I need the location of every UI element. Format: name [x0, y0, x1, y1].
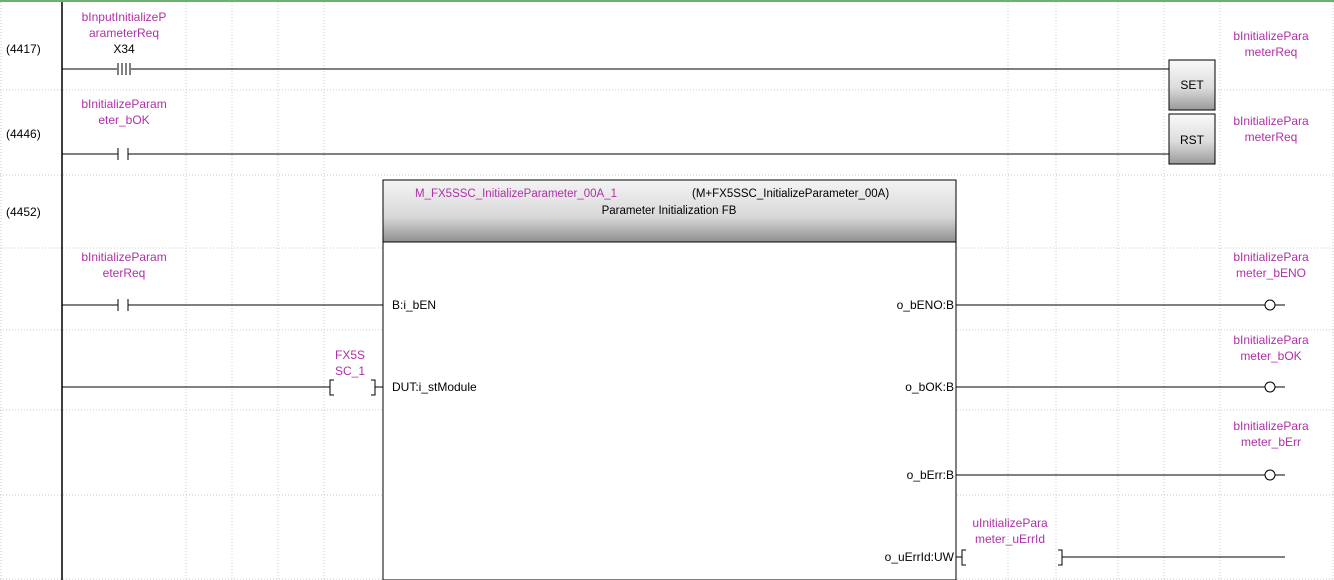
- fb-type-name: (M+FX5SSC_InitializeParameter_00A): [692, 188, 889, 200]
- dut-variable-label: FX5S: [335, 348, 365, 362]
- coil-variable-label: meterReq: [1245, 45, 1298, 59]
- fb-input-pin-en: B:i_bEN: [392, 298, 436, 312]
- fb-output-pin-errid: o_uErrId:UW: [885, 550, 955, 564]
- coil-variable-label: bInitializePara: [1233, 114, 1309, 128]
- coil-variable-label: meter_bErr: [1241, 435, 1301, 449]
- coil-variable-label: bInitializePara: [1233, 250, 1309, 264]
- ladder-diagram: (4417) bInputInitializeP arameterReq X34…: [0, 0, 1334, 580]
- rst-instruction-label: RST: [1180, 133, 1205, 147]
- normally-open-contact[interactable]: [117, 148, 129, 160]
- fb-output-pin-ok: o_bOK:B: [905, 380, 954, 394]
- output-coil[interactable]: [1264, 299, 1276, 311]
- errid-variable-label: meter_uErrId: [975, 532, 1045, 546]
- set-instruction-label: SET: [1180, 78, 1204, 92]
- step-number: (4452): [6, 205, 41, 219]
- coil-variable-label: bInitializePara: [1233, 29, 1309, 43]
- errid-operand-bracket[interactable]: [956, 549, 1285, 566]
- fb-output-pin-err: o_bErr:B: [907, 468, 954, 482]
- rung-4446[interactable]: (4446) bInitializeParam eter_bOK RST bIn…: [6, 97, 1309, 165]
- coil-variable-label: bInitializePara: [1233, 419, 1309, 433]
- contact-variable-label: bInitializeParam: [81, 97, 166, 111]
- fb-output-pin-eno: o_bENO:B: [897, 298, 954, 312]
- coil-variable-label: bInitializePara: [1233, 333, 1309, 347]
- normally-open-contact[interactable]: [117, 299, 129, 311]
- contact-device-label: X34: [113, 42, 135, 56]
- coil-variable-label: meterReq: [1245, 130, 1298, 144]
- fb-instance-name: M_FX5SSC_InitializeParameter_00A_1: [415, 188, 617, 200]
- errid-variable-label: uInitializePara: [972, 516, 1048, 530]
- rising-edge-contact[interactable]: [117, 63, 131, 75]
- coil-variable-label: meter_bENO: [1236, 266, 1306, 280]
- contact-variable-label: eter_bOK: [98, 113, 149, 127]
- contact-variable-label: eterReq: [103, 266, 146, 280]
- coil-variable-label: meter_bOK: [1240, 349, 1301, 363]
- contact-variable-label: arameterReq: [89, 26, 159, 40]
- rung-4452[interactable]: (4452) M_FX5SSC_InitializeParameter_00A_…: [6, 179, 1309, 580]
- dut-operand-bracket[interactable]: [329, 379, 383, 396]
- rung-4417[interactable]: (4417) bInputInitializeP arameterReq X34…: [6, 10, 1309, 111]
- contact-variable-label: bInputInitializeP: [82, 10, 167, 24]
- output-coil[interactable]: [1264, 469, 1276, 481]
- dut-variable-label: SC_1: [335, 364, 365, 378]
- step-number: (4417): [6, 42, 41, 56]
- output-coil[interactable]: [1264, 381, 1276, 393]
- fb-input-pin-module: DUT:i_stModule: [392, 380, 477, 394]
- step-number: (4446): [6, 127, 41, 141]
- contact-variable-label: bInitializeParam: [81, 250, 166, 264]
- fb-description: Parameter Initialization FB: [602, 205, 737, 217]
